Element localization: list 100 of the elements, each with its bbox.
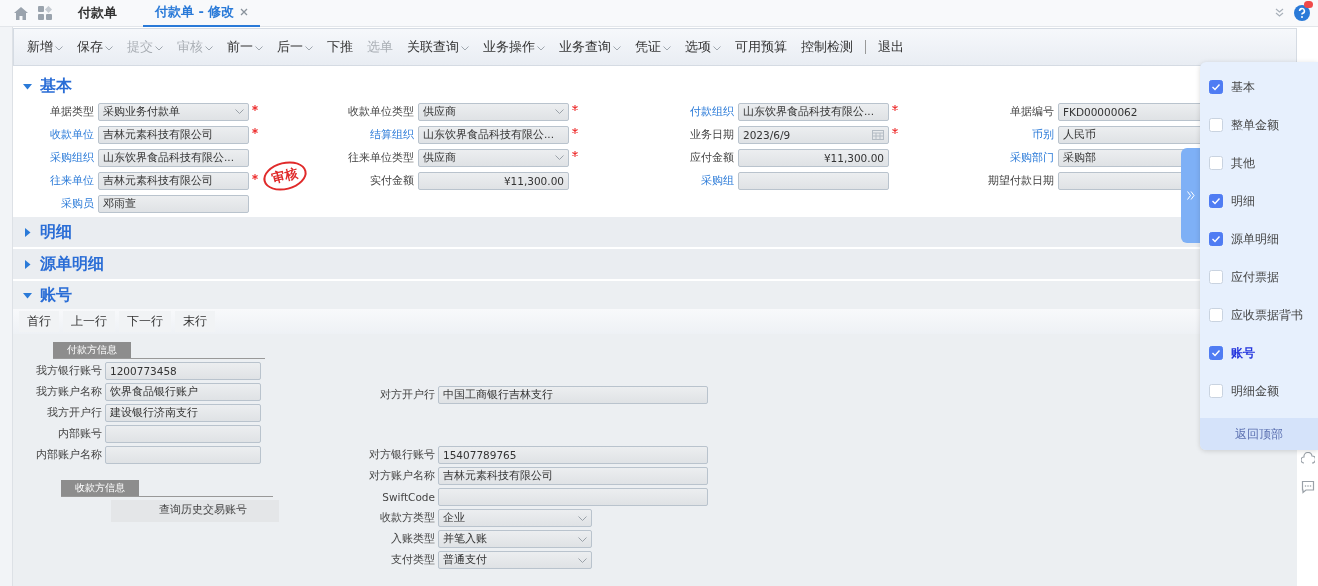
- field-label: 对方开户行: [379, 388, 436, 402]
- input-field[interactable]: [738, 171, 889, 190]
- input-field[interactable]: 中国工商银行吉林支行: [438, 386, 708, 404]
- field-label: 实付金额: [369, 173, 415, 188]
- checkbox-checked-icon[interactable]: [1209, 232, 1223, 246]
- checkbox-icon[interactable]: [1209, 118, 1223, 132]
- section-header[interactable]: 明细: [13, 217, 82, 247]
- toolbar-button[interactable]: 业务操作: [476, 38, 552, 56]
- page-tab[interactable]: 付款单: [66, 0, 129, 26]
- checkbox-checked-icon[interactable]: [1209, 194, 1223, 208]
- toolbar-button[interactable]: 业务查询: [552, 38, 628, 56]
- chat-icon[interactable]: [1300, 480, 1315, 494]
- toolbar-button[interactable]: 新增: [20, 38, 70, 56]
- double-chevron-icon: [1187, 191, 1195, 200]
- field-label[interactable]: 采购组织: [13, 150, 98, 165]
- input-field[interactable]: 2023/6/9: [738, 125, 889, 144]
- field-label[interactable]: 我方银行账号: [21, 364, 105, 378]
- section-nav-item[interactable]: 应收票据背书: [1200, 296, 1318, 334]
- section-header[interactable]: 账号: [13, 281, 82, 309]
- section-nav-item[interactable]: 应付票据: [1200, 258, 1318, 296]
- input-field[interactable]: [105, 425, 261, 443]
- cloud-icon[interactable]: [1300, 452, 1315, 464]
- input-field[interactable]: 1200773458: [105, 362, 261, 380]
- close-icon[interactable]: [240, 7, 249, 16]
- back-to-top-button[interactable]: 返回顶部: [1200, 418, 1318, 450]
- field-label[interactable]: 采购员: [13, 196, 98, 211]
- input-field[interactable]: 采购业务付款单: [98, 102, 249, 121]
- dropdown-icon: [578, 515, 587, 521]
- input-field[interactable]: 吉林元素科技有限公司: [438, 467, 708, 485]
- help-icon[interactable]: [1294, 5, 1310, 21]
- input-field[interactable]: ¥11,300.00: [738, 148, 889, 167]
- toolbar-button[interactable]: 控制检测: [794, 38, 860, 56]
- checkbox-icon[interactable]: [1209, 384, 1223, 398]
- field-label: 入账类型: [390, 532, 436, 546]
- apps-icon[interactable]: [38, 6, 52, 20]
- checkbox-icon[interactable]: [1209, 156, 1223, 170]
- checkbox-checked-icon[interactable]: [1209, 346, 1223, 360]
- toolbar-button[interactable]: 前一: [220, 38, 270, 56]
- field-label[interactable]: 往来单位: [13, 173, 98, 188]
- section-header[interactable]: 源单明细: [13, 249, 114, 279]
- field-label: 对方银行账号: [368, 448, 436, 462]
- field-label[interactable]: 币别: [973, 127, 1058, 142]
- dropdown-icon: [578, 557, 587, 563]
- input-field[interactable]: [438, 488, 708, 506]
- toolbar-button[interactable]: 退出: [871, 38, 911, 56]
- field-label: 支付类型: [390, 553, 436, 567]
- field-label[interactable]: 采购组: [653, 173, 738, 188]
- field-label: 应付金额: [689, 150, 735, 165]
- input-field[interactable]: 企业: [438, 509, 592, 527]
- section-header[interactable]: 基本: [13, 70, 82, 102]
- toolbar-button[interactable]: 凭证: [628, 38, 678, 56]
- history-account-button[interactable]: 查询历史交易账号: [111, 500, 279, 522]
- input-field[interactable]: ¥11,300.00: [418, 171, 569, 190]
- dropdown-icon: [555, 155, 564, 160]
- checkbox-icon[interactable]: [1209, 308, 1223, 322]
- field-label: 业务日期: [689, 127, 735, 142]
- dropdown-icon: [235, 109, 244, 114]
- toolbar-button[interactable]: 后一: [270, 38, 320, 56]
- field-label: 我方开户行: [46, 406, 103, 420]
- field-label[interactable]: 采购部门: [973, 150, 1058, 165]
- toolbar-button[interactable]: 下推: [320, 38, 360, 56]
- section-nav-item[interactable]: 账号: [1200, 334, 1318, 372]
- input-field[interactable]: 建设银行济南支行: [105, 404, 261, 422]
- toolbar-button[interactable]: 关联查询: [400, 38, 476, 56]
- calendar-icon: [872, 129, 884, 140]
- section-nav-item[interactable]: 明细: [1200, 182, 1318, 220]
- dropdown-icon: [555, 109, 564, 114]
- checkbox-icon[interactable]: [1209, 270, 1223, 284]
- toolbar-button[interactable]: 保存: [70, 38, 120, 56]
- input-field[interactable]: 饮界食品银行账户: [105, 383, 261, 401]
- input-field[interactable]: 普通支付: [438, 551, 592, 569]
- toolbar-button[interactable]: 选项: [678, 38, 728, 56]
- field-label: 收款单位类型: [347, 104, 415, 119]
- input-field[interactable]: 供应商: [418, 102, 569, 121]
- input-field[interactable]: 山东饮界食品科技有限公...: [418, 125, 569, 144]
- checkbox-checked-icon[interactable]: [1209, 80, 1223, 94]
- field-label: 单据编号: [1009, 104, 1055, 119]
- input-field[interactable]: 邓雨萱: [98, 194, 249, 213]
- dropdown-icon: [578, 536, 587, 542]
- double-chevron-icon[interactable]: [1275, 8, 1284, 18]
- input-field[interactable]: [105, 446, 261, 464]
- input-field[interactable]: 吉林元素科技有限公司: [98, 125, 249, 144]
- section-nav-item[interactable]: 源单明细: [1200, 220, 1318, 258]
- panel-toggle[interactable]: [1181, 148, 1201, 243]
- notification-badge-icon: [1304, 1, 1313, 8]
- input-field[interactable]: 山东饮界食品科技有限公...: [98, 148, 249, 167]
- field-label: 对方账户名称: [368, 469, 436, 483]
- field-label[interactable]: 收款单位: [13, 127, 98, 142]
- input-field[interactable]: 并笔入账: [438, 530, 592, 548]
- field-label: 收款方类型: [379, 511, 436, 525]
- field-label[interactable]: 结算组织: [333, 127, 418, 142]
- field-label[interactable]: 付款组织: [653, 104, 738, 119]
- home-icon[interactable]: [14, 6, 28, 20]
- input-field[interactable]: 山东饮界食品科技有限公...: [738, 102, 889, 121]
- input-field[interactable]: 15407789765: [438, 446, 708, 464]
- input-field[interactable]: 供应商: [418, 148, 569, 167]
- toolbar-button[interactable]: 可用预算: [728, 38, 794, 56]
- input-field[interactable]: 吉林元素科技有限公司: [98, 171, 249, 190]
- field-label[interactable]: 内部账号: [21, 427, 105, 441]
- section-nav-item[interactable]: 明细金额: [1200, 372, 1318, 410]
